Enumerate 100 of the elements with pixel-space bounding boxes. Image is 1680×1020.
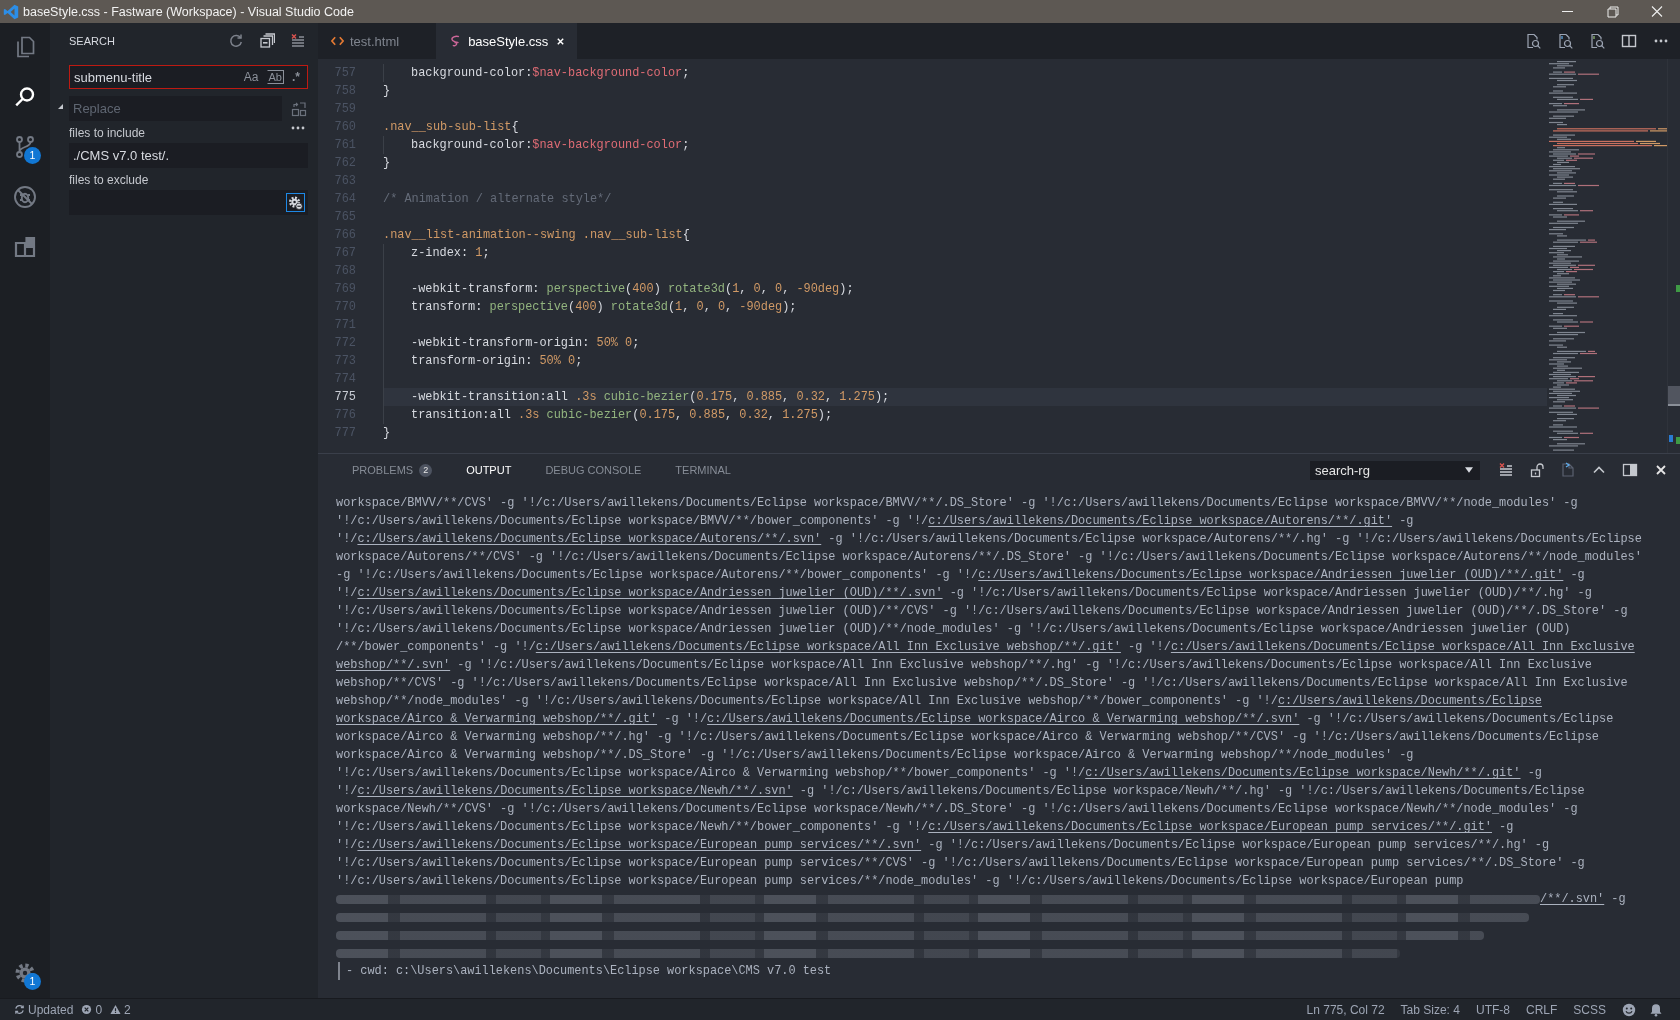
file-path-link[interactable]: c:/Users/awillekens/Documents/Eclipse workspace/All Inn Exclusive (1170, 640, 1635, 654)
warning-icon (110, 1004, 122, 1015)
match-case-toggle[interactable]: Aa (240, 69, 262, 85)
count-badge: 2 (419, 463, 433, 477)
code-line: -webkit-transition:all .3s cubic-bezier(0.175, 0.885, 0.32, 1.275); (411, 389, 890, 406)
output-line: workspace/Airco & Verwarming webshop/**/.hg' -g '!/c:/Users/awillekens/Documents/Eclipse workspace/Airco & Verwarming webshop/**/CVS' -g '!/c:/Users/awillekens/Documents/Eclipse (336, 729, 1599, 746)
ellipsis-icon[interactable] (291, 126, 305, 130)
minimap-drawing[interactable] (1547, 59, 1667, 453)
warning-count[interactable]: 2 (106, 1002, 135, 1017)
notification-badge: 1 (24, 973, 41, 990)
code-line: } (383, 83, 391, 100)
code-line: } (383, 155, 391, 172)
output-line: '!/c:/Users/awillekens/Documents/Eclipse workspace/European pump services/**/CVS' -g '!/c:/Users/awillekens/Documents/Eclipse workspace/European pump services/**/.DS_Store' -g (336, 855, 1585, 872)
file-path-link[interactable]: c:/Users/awillekens/Documents/Eclipse workspace/European pump services/**/.svn' (357, 838, 922, 852)
smiley-icon[interactable] (1622, 1002, 1636, 1017)
regex-toggle[interactable]: .* (289, 69, 303, 85)
clear-output-icon[interactable] (1497, 462, 1514, 478)
file-path-link[interactable]: c:/Users/awillekens/Documents/Eclipse (1277, 694, 1542, 708)
status-item[interactable]: SCSS (1565, 1002, 1614, 1017)
error-count[interactable]: 0 (77, 1002, 107, 1017)
expand-triangle-icon[interactable] (58, 103, 63, 109)
code-line: .nav__list-animation--swing .nav__sub-list{ (383, 227, 690, 244)
editor-tab[interactable]: test.html (318, 23, 437, 59)
code-line: } (383, 425, 391, 442)
app-logo-icon (3, 3, 19, 20)
output-line: '!/c:/Users/awillekens/Documents/Eclipse workspace/European pump services/**/.svn' -g '!/c:/Users/awillekens/Documents/Eclipse workspace/European pump services/**/.hg' -g (336, 837, 1550, 854)
file-path-link[interactable]: c:/Users/awillekens/Documents/Eclipse workspace/Newh/**/.git' (1085, 766, 1521, 780)
sync-status[interactable]: Updated (10, 1002, 78, 1017)
panel-tab[interactable]: DEBUG CONSOLE (545, 459, 642, 481)
panel-tab[interactable]: TERMINAL (675, 459, 731, 481)
status-item[interactable]: CRLF (1517, 1002, 1566, 1017)
document-magnifier-icon[interactable] (1589, 33, 1605, 49)
exclude-settings-toggle[interactable] (286, 193, 305, 212)
source-control-icon[interactable] (13, 135, 37, 159)
file-path-link[interactable]: /**/.svn' (1540, 892, 1605, 906)
code-line: transition:all .3s cubic-bezier(0.175, 0.885, 0.32, 1.275); (411, 407, 833, 424)
file-path-link[interactable]: c:/Users/awillekens/Documents/Eclipse workspace/Autorens/**/.git' (928, 514, 1393, 528)
output-line: webshop/**/node_modules' -g '!/c:/Users/awillekens/Documents/Eclipse workspace/All Inn Exclusive webshop/**/bower_components' -g '!/c:/Users/awillekens/Documents/Eclipse (336, 693, 1542, 710)
whole-word-toggle[interactable]: Ab (266, 70, 284, 84)
change-marker (1676, 437, 1680, 444)
panel-tab[interactable]: OUTPUT (466, 459, 512, 481)
change-marker (1676, 285, 1680, 292)
scrollbar-thumb[interactable] (1668, 386, 1680, 406)
panel-layout-icon[interactable] (1621, 462, 1638, 478)
code-line: /* Animation / alternate style*/ (383, 191, 612, 208)
close-icon[interactable] (556, 36, 566, 46)
clear-results-icon[interactable] (290, 33, 306, 49)
output-line: '!/c:/Users/awillekens/Documents/Eclipse workspace/European pump services/**/node_modules' -g '!/c:/Users/awillekens/Documents/Eclipse workspace/European pump (336, 873, 1464, 890)
status-item[interactable]: Ln 775, Col 72 (1298, 1002, 1393, 1017)
output-line: workspace/Autorens/**/CVS' -g '!/c:/Users/awillekens/Documents/Eclipse workspace/Autorens/**/.DS_Store' -g '!/c:/Users/awillekens/Documents/Eclipse workspace/Autorens/**/node_modules' (336, 549, 1642, 566)
editor-tab[interactable]: baseStyle.css (436, 23, 578, 59)
replace-field[interactable]: Replace (69, 96, 282, 121)
document-magnifier-icon[interactable] (1525, 33, 1541, 49)
no-bug-icon[interactable] (13, 185, 37, 209)
output-line: '!/c:/Users/awillekens/Documents/Eclipse workspace/Airco & Verwarming webshop/**/bower_components' -g '!/c:/Users/awillekens/Documents/Eclipse workspace/Newh/**/.git' -g (336, 765, 1542, 782)
output-line: /**/bower_components' -g '!/c:/Users/awillekens/Documents/Eclipse workspace/All Inn Exclusive webshop/**/.git' -g '!/c:/Users/awillekens/Documents/Eclipse workspace/All Inn Exclusive (336, 639, 1635, 656)
output-channel-dropdown[interactable]: search-rg (1310, 460, 1480, 480)
output-line: '!/c:/Users/awillekens/Documents/Eclipse workspace/Newh/**/.svn' -g '!/c:/Users/awillekens/Documents/Eclipse workspace/Newh/**/.hg' -g '!/c:/Users/awillekens/Documents/Eclipse (336, 783, 1585, 800)
sidebar-title: SEARCH (69, 35, 115, 47)
output-line: - cwd: c:\Users\awillekens\Documents\Eclipse workspace\CMS v7.0 test (346, 963, 832, 980)
output-line: workspace/Airco & Verwarming webshop/**/.DS_Store' -g '!/c:/Users/awillekens/Documents/Eclipse workspace/Airco & Verwarming webshop/**/node_modules' -g (336, 747, 1414, 764)
search-field[interactable]: submenu-title Aa Ab .* (69, 65, 308, 89)
replace-all-icon[interactable] (291, 100, 307, 117)
include-field[interactable]: ./CMS v7.0 test/. (69, 143, 308, 168)
output-line: /**/.svn' -g (1540, 891, 1626, 908)
split-editor-icon[interactable] (1621, 33, 1637, 49)
file-path-link[interactable]: c:/Users/awillekens/Documents/Eclipse workspace/All Inn Exclusive webshop/**/.git' (535, 640, 1121, 654)
window-title: baseStyle.css - Fastware (Workspace) - Visual Studio Code (23, 4, 354, 19)
output-line: '!/c:/Users/awillekens/Documents/Eclipse workspace/Andriessen juwelier (OUD)/**/.svn' -g '!/c:/Users/awillekens/Documents/Eclipse workspace/Andriessen juwelier (OUD)/**/.hg' -g (336, 585, 1592, 602)
bell-icon[interactable] (1649, 1002, 1663, 1017)
lock-icon[interactable] (1528, 462, 1545, 478)
file-path-link[interactable]: workspace/Airco & Verwarming webshop/**/.git' (336, 712, 658, 726)
scrollbar[interactable] (1667, 59, 1680, 453)
output-line: '!/c:/Users/awillekens/Documents/Eclipse workspace/Andriessen juwelier (OUD)/**/CVS' -g '!/c:/Users/awillekens/Documents/Eclipse workspace/Andriessen juwelier (OUD)/**/.DS_Store' -g (336, 603, 1628, 620)
search-icon[interactable] (13, 85, 37, 109)
code-line: background-color:$nav-background-color; (411, 65, 690, 82)
file-path-link[interactable]: c:/Users/awillekens/Documents/Eclipse workspace/Newh/**/.svn' (357, 784, 793, 798)
file-path-link[interactable]: c:/Users/awillekens/Documents/Eclipse workspace/Autorens/**/.svn' (357, 532, 822, 546)
exclude-field[interactable] (69, 190, 308, 215)
code-line: -webkit-transform: perspective(400) rotate3d(1, 0, 0, -90deg); (411, 281, 854, 298)
refresh-icon[interactable] (228, 33, 244, 49)
file-path-link[interactable]: webshop/**/.svn' (336, 658, 451, 672)
extensions-icon[interactable] (13, 235, 37, 259)
status-item[interactable]: Tab Size: 4 (1392, 1002, 1468, 1017)
file-path-link[interactable]: c:/Users/awillekens/Documents/Eclipse workspace/Andriessen juwelier (OUD)/**/.svn' (357, 586, 943, 600)
document-magnifier-icon[interactable] (1557, 33, 1573, 49)
output-line: '!/c:/Users/awillekens/Documents/Eclipse workspace/Andriessen juwelier (OUD)/**/node_modules' -g '!/c:/Users/awillekens/Documents/Eclipse workspace/Andriessen juwelier (OUD) (336, 621, 1571, 638)
file-path-link[interactable]: c:/Users/awillekens/Documents/Eclipse workspace/Airco & Verwarming webshop/**/.svn' (707, 712, 1300, 726)
output-line: webshop/**/.svn' -g '!/c:/Users/awillekens/Documents/Eclipse workspace/All Inn Exclusive webshop/**/.hg' -g '!/c:/Users/awillekens/Documents/Eclipse workspace/All Inn Exclusive (336, 657, 1592, 674)
caret-icon (1465, 467, 1473, 473)
file-path-link[interactable]: c:/Users/awillekens/Documents/Eclipse workspace/Andriessen juwelier (OUD)/**/.git' (978, 568, 1564, 582)
output-line: '!/c:/Users/awillekens/Documents/Eclipse workspace/BMVV/**/bower_components' -g '!/c:/Users/awillekens/Documents/Eclipse workspace/Autorens/**/.git' -g (336, 513, 1414, 530)
output-line: -g '!/c:/Users/awillekens/Documents/Eclipse workspace/Autorens/**/bower_components' -g '!/c:/Users/awillekens/Documents/Eclipse workspace/Andriessen juwelier (OUD)/**/.git' -g (336, 567, 1585, 584)
collapse-all-icon[interactable] (259, 33, 275, 49)
open-file-icon[interactable] (1559, 462, 1576, 478)
status-item[interactable]: UTF-8 (1467, 1002, 1518, 1017)
file-path-link[interactable]: c:/Users/awillekens/Documents/Eclipse workspace/European pump services/**/.git' (928, 820, 1492, 834)
output-line: '!/c:/Users/awillekens/Documents/Eclipse workspace/Newh/**/bower_components' -g '!/c:/Users/awillekens/Documents/Eclipse workspace/European pump services/**/.git' -g (336, 819, 1514, 836)
sync-icon (14, 1004, 25, 1015)
panel-tab[interactable]: PROBLEMS 2 (352, 459, 433, 481)
